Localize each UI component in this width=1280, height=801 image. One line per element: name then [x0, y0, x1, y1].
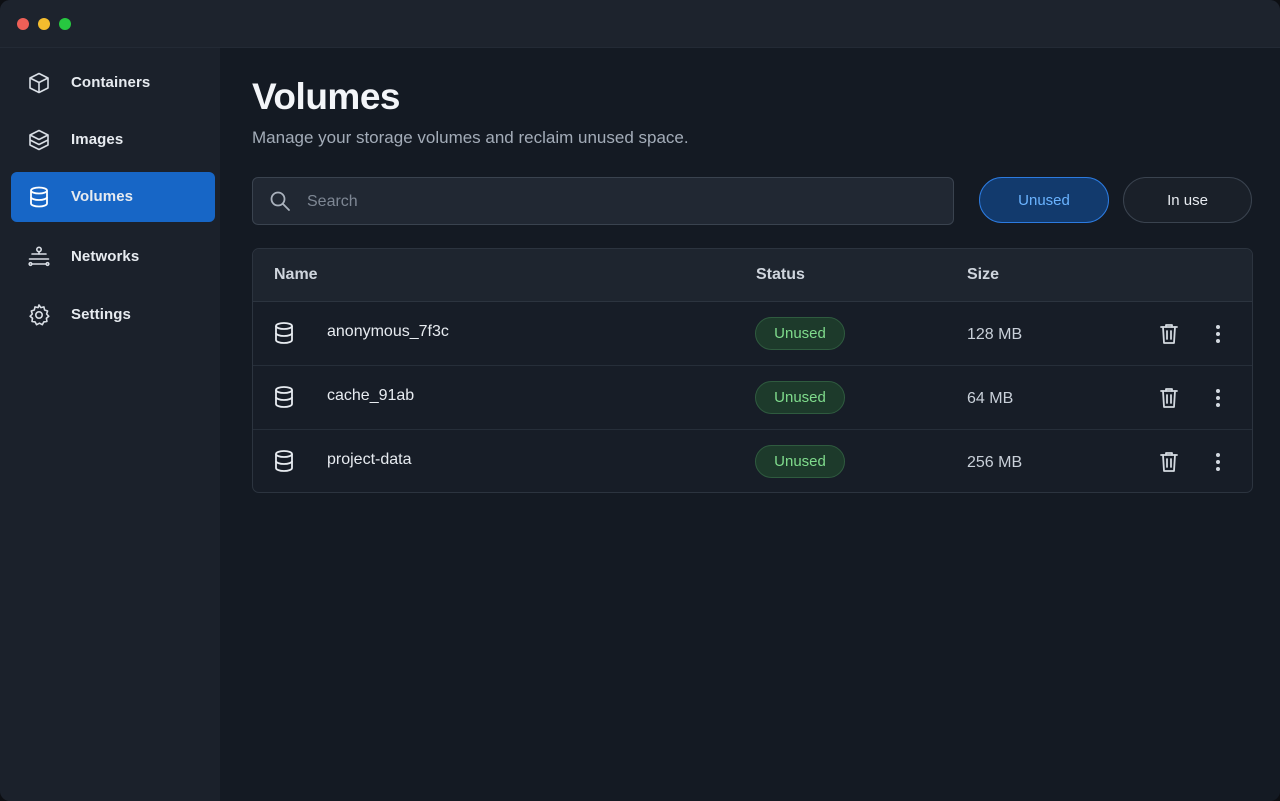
main-content: Volumes Manage your storage volumes and … — [220, 48, 1280, 801]
search-icon — [269, 190, 291, 212]
maximize-window-button[interactable] — [59, 18, 71, 30]
volumes-table: Name Status Size anonymous_7f3c Unused 1… — [252, 248, 1253, 493]
delete-icon[interactable] — [1158, 450, 1180, 474]
minimize-window-button[interactable] — [38, 18, 50, 30]
status-badge: Unused — [755, 381, 845, 414]
status-badge: Unused — [755, 317, 845, 350]
volume-size: 128 MB — [967, 326, 1023, 343]
close-window-button[interactable] — [17, 18, 29, 30]
sidebar-item-label: Settings — [71, 306, 131, 323]
sidebar-item-containers[interactable]: Containers — [11, 58, 215, 108]
page-title: Volumes — [252, 76, 400, 117]
more-options-icon[interactable] — [1209, 386, 1227, 410]
filter-in-use-button[interactable]: In use — [1123, 177, 1252, 223]
app-window: Containers Images Volumes Networks Setti… — [0, 0, 1280, 801]
database-icon — [273, 449, 295, 473]
status-badge: Unused — [755, 445, 845, 478]
column-header-status[interactable]: Status — [756, 266, 805, 284]
volume-name: anonymous_7f3c — [327, 323, 449, 340]
volume-name: cache_91ab — [327, 387, 415, 404]
table-row[interactable]: project-data Unused 256 MB — [253, 430, 1252, 492]
sidebar-item-label: Networks — [71, 248, 140, 265]
table-row[interactable]: anonymous_7f3c Unused 128 MB — [253, 302, 1252, 366]
network-icon — [27, 245, 51, 269]
sidebar-item-volumes[interactable]: Volumes — [11, 172, 215, 222]
filter-unused-button[interactable]: Unused — [979, 177, 1109, 223]
more-options-icon[interactable] — [1209, 322, 1227, 346]
database-icon — [27, 185, 51, 209]
column-header-name[interactable]: Name — [274, 266, 318, 284]
table-row[interactable]: cache_91ab Unused 64 MB — [253, 366, 1252, 430]
layers-cube-icon — [27, 128, 51, 152]
volume-size: 256 MB — [967, 454, 1023, 471]
volume-name: project-data — [327, 451, 412, 468]
table-header: Name Status Size — [253, 249, 1252, 302]
page-subtitle: Manage your storage volumes and reclaim … — [252, 128, 689, 147]
cube-icon — [27, 71, 51, 95]
delete-icon[interactable] — [1158, 322, 1180, 346]
title-bar — [0, 0, 1280, 48]
search-input[interactable] — [305, 178, 929, 226]
sidebar-item-networks[interactable]: Networks — [11, 232, 215, 282]
sidebar: Containers Images Volumes Networks Setti… — [0, 48, 220, 801]
column-header-size[interactable]: Size — [967, 266, 999, 284]
gear-icon — [27, 303, 51, 327]
database-icon — [273, 385, 295, 409]
delete-icon[interactable] — [1158, 386, 1180, 410]
more-options-icon[interactable] — [1209, 450, 1227, 474]
sidebar-item-label: Volumes — [71, 188, 134, 205]
search-box[interactable] — [252, 177, 954, 226]
sidebar-item-images[interactable]: Images — [11, 115, 215, 165]
sidebar-item-label: Containers — [71, 74, 151, 91]
sidebar-item-settings[interactable]: Settings — [11, 290, 215, 340]
database-icon — [273, 321, 295, 345]
volume-size: 64 MB — [967, 390, 1014, 407]
sidebar-item-label: Images — [71, 131, 124, 148]
